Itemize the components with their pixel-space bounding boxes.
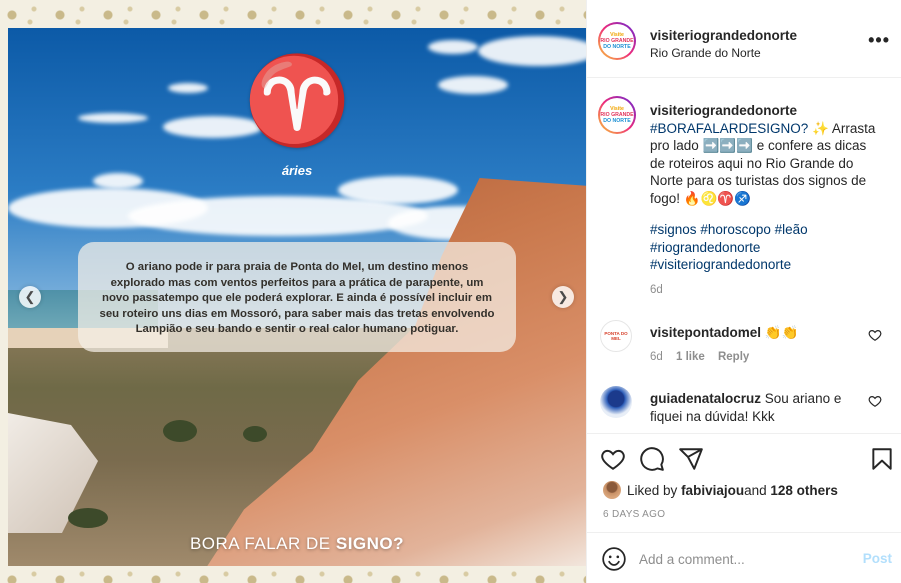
- liked-by-row: Liked by fabiviajou and 128 others: [603, 480, 838, 500]
- comment-meta: 6d 1 like Reply: [650, 351, 759, 363]
- avatar[interactable]: Visite RIO GRANDE DO NORTE: [598, 22, 636, 60]
- emoji-icon[interactable]: [601, 546, 627, 572]
- bora-text-bold: SIGNO?: [335, 534, 405, 553]
- post-caption: visiteriograndedonorte #BORAFALARDESIGNO…: [650, 102, 882, 207]
- reply-button[interactable]: Reply: [718, 351, 749, 363]
- bookmark-icon[interactable]: [869, 446, 895, 472]
- comment-input[interactable]: [639, 548, 839, 570]
- comment-age[interactable]: 6d: [650, 351, 663, 363]
- liked-by-middle: and: [744, 482, 767, 498]
- bora-text-normal: BORA FALAR DE: [189, 534, 336, 553]
- hashtag-link[interactable]: #horoscopo: [700, 222, 771, 237]
- comment-text: guiadenatalocruz Sou ariano e fiquei na …: [650, 390, 860, 425]
- comment-like-heart-icon[interactable]: [868, 328, 882, 342]
- cloud: [428, 40, 478, 54]
- caption-avatar[interactable]: Visite RIO GRANDE DO NORTE: [598, 96, 636, 134]
- previous-slide-button[interactable]: ❮: [19, 286, 41, 308]
- liker-avatar[interactable]: [603, 481, 621, 499]
- action-bar: [587, 440, 901, 478]
- comment-username[interactable]: guiadenatalocruz: [650, 391, 761, 406]
- decorative-pattern-bottom: [0, 565, 586, 583]
- hashtag-link[interactable]: #leão: [775, 222, 808, 237]
- hashtag-link[interactable]: #riograndedonorte: [650, 240, 760, 255]
- chevron-left-icon: ❮: [24, 289, 36, 304]
- comment-like-heart-icon[interactable]: [868, 394, 882, 408]
- sign-label: áries: [281, 163, 313, 178]
- header-location[interactable]: Rio Grande do Norte: [650, 46, 761, 60]
- cloud: [338, 176, 458, 204]
- post-comment-button[interactable]: Post: [863, 551, 892, 566]
- bora-falar-de-signo-text: BORA FALAR DE SIGNO?: [8, 534, 586, 554]
- post-photo: ♈ áries O ariano pode ir para praia de P…: [8, 28, 586, 566]
- comments-section: Visite RIO GRANDE DO NORTE visiteriogran…: [587, 78, 901, 434]
- bush: [163, 420, 197, 442]
- caption-username[interactable]: visiteriograndedonorte: [650, 103, 797, 118]
- commenter-avatar[interactable]: PONTA DO MEL: [600, 320, 632, 352]
- bush: [243, 426, 267, 442]
- aries-sign-symbol: ♈: [243, 51, 351, 151]
- avatar-logo-text: DO NORTE: [603, 118, 631, 124]
- commenter-avatar[interactable]: [600, 386, 632, 418]
- avatar-logo: Visite RIO GRANDE DO NORTE: [600, 24, 634, 58]
- comment-likes[interactable]: 1 like: [676, 351, 705, 363]
- post-media[interactable]: ♈ áries O ariano pode ir para praia de P…: [0, 0, 586, 583]
- bush: [68, 508, 108, 528]
- chevron-right-icon: ❯: [557, 289, 569, 304]
- avatar-logo-text: DO NORTE: [603, 44, 631, 50]
- comment-icon[interactable]: [639, 446, 665, 472]
- post-header: Visite RIO GRANDE DO NORTE visiteriogran…: [587, 0, 901, 78]
- more-options-icon[interactable]: •••: [868, 30, 890, 51]
- commenter-avatar-text: PONTA DO MEL: [604, 331, 628, 341]
- comment-text: visitepontadomel 👏👏: [650, 324, 860, 342]
- share-icon[interactable]: [678, 446, 704, 472]
- add-comment-bar: Post: [587, 532, 901, 583]
- avatar-logo: Visite RIO GRANDE DO NORTE: [600, 98, 634, 132]
- liked-by-prefix: Liked by: [627, 482, 678, 498]
- comment-username[interactable]: visitepontadomel: [650, 325, 761, 340]
- hashtag-link[interactable]: #visiteriograndedonorte: [650, 257, 791, 272]
- hashtag-link[interactable]: #BORAFALARDESIGNO?: [650, 121, 808, 136]
- next-slide-button[interactable]: ❯: [552, 286, 574, 308]
- header-username[interactable]: visiteriograndedonorte: [650, 28, 797, 43]
- post-date[interactable]: 6 DAYS AGO: [603, 509, 665, 520]
- hashtag-link[interactable]: #signos: [650, 222, 697, 237]
- decorative-pattern-top: [0, 0, 586, 30]
- post-side-panel: Visite RIO GRANDE DO NORTE visiteriogran…: [586, 0, 901, 583]
- comment-body: 👏👏: [761, 325, 799, 340]
- liker-username[interactable]: fabiviajou: [681, 483, 744, 498]
- caption-hashtags: #signos #horoscopo #leão #riograndedonor…: [650, 221, 882, 274]
- caption-age[interactable]: 6d: [650, 284, 663, 296]
- others-likes-link[interactable]: 128 others: [770, 483, 838, 498]
- heart-icon[interactable]: [600, 446, 626, 472]
- image-caption-box: O ariano pode ir para praia de Ponta do …: [78, 242, 516, 352]
